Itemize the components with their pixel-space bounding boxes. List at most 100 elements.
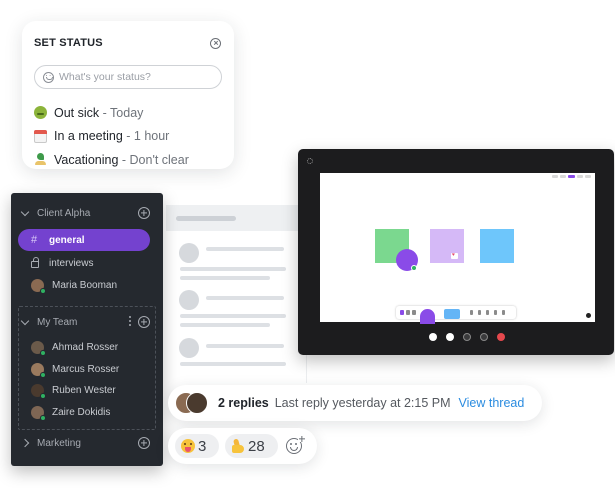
chevron-right-icon xyxy=(20,438,30,448)
connector-tool-icon[interactable] xyxy=(478,310,481,315)
sticky-tool-icon[interactable] xyxy=(444,309,460,319)
message-avatar-placeholder xyxy=(179,243,199,263)
status-option-in-a-meeting[interactable]: In a meeting - 1 hour xyxy=(34,125,222,149)
sidebar-item-interviews[interactable]: interviews xyxy=(18,252,151,274)
avatar xyxy=(31,362,46,378)
message-skeleton-line xyxy=(206,344,284,348)
call-controls xyxy=(298,333,614,349)
more-options-icon[interactable] xyxy=(128,316,131,327)
sidebar-item-marcus-rosser[interactable]: Marcus Rosser xyxy=(18,358,151,380)
screen-share-icon[interactable] xyxy=(463,333,471,341)
presence-indicator xyxy=(411,265,417,271)
status-option-label: Vacationing xyxy=(54,152,119,167)
sidebar-item-zaire-dokidis[interactable]: Zaire Dokidis xyxy=(18,401,151,423)
sidebar-item-ahmad-rosser[interactable]: Ahmad Rosser xyxy=(18,336,151,358)
status-option-label: Out sick xyxy=(54,105,100,120)
more-options-icon[interactable] xyxy=(480,333,488,341)
message-avatar-placeholder xyxy=(179,338,199,358)
beach-icon xyxy=(34,153,47,166)
thumbs-up-icon xyxy=(231,439,245,454)
sticky-note-blue[interactable] xyxy=(480,229,514,263)
chevron-down-icon xyxy=(20,207,30,216)
marker-tool-icon[interactable] xyxy=(412,310,416,315)
sidebar-item-general[interactable]: # general xyxy=(18,229,150,251)
chevron-down-icon xyxy=(20,316,30,325)
set-status-card: SET STATUS Out sick - Today In a meeting… xyxy=(22,21,234,169)
thread-reply-count: 2 replies xyxy=(218,396,269,410)
pointer-icon xyxy=(586,313,591,318)
stuck-out-tongue-icon xyxy=(181,439,195,453)
add-reaction-icon[interactable] xyxy=(286,435,305,454)
end-call-icon[interactable] xyxy=(497,333,505,341)
status-option-duration: - Today xyxy=(99,105,144,120)
camera-icon[interactable] xyxy=(446,333,454,341)
presence-indicator xyxy=(40,371,46,378)
sidebar-group-label: Client Alpha xyxy=(37,207,91,219)
status-option-vacationing[interactable]: Vacationing - Don't clear xyxy=(34,148,222,172)
sidebar-item-label: Maria Booman xyxy=(52,279,118,291)
status-option-duration: - 1 hour xyxy=(122,129,170,144)
add-member-icon[interactable] xyxy=(138,316,150,328)
sticky-note-purple[interactable] xyxy=(430,229,464,263)
select-tool-icon[interactable] xyxy=(400,310,404,315)
status-option-out-sick[interactable]: Out sick - Today xyxy=(34,101,222,125)
text-tool-icon[interactable] xyxy=(470,310,473,315)
shared-whiteboard[interactable] xyxy=(320,173,595,324)
avatar xyxy=(186,392,208,414)
reactions-bar: 3 28 xyxy=(168,428,317,464)
collaborator-cursor xyxy=(396,249,418,271)
channel-sidebar: Client Alpha # general interviews Maria … xyxy=(11,193,163,466)
status-option-label: In a meeting xyxy=(54,129,123,144)
presence-indicator xyxy=(40,349,46,356)
status-input-field[interactable] xyxy=(34,65,222,89)
sidebar-item-label: Ahmad Rosser xyxy=(52,341,119,353)
sidebar-group-label: My Team xyxy=(37,316,78,328)
heart-icon xyxy=(451,252,458,259)
sidebar-item-maria-booman[interactable]: Maria Booman xyxy=(18,274,151,296)
status-option-duration: - Don't clear xyxy=(118,152,189,167)
status-input[interactable] xyxy=(59,71,209,83)
message-skeleton-line xyxy=(180,362,286,366)
sidebar-item-ruben-wester[interactable]: Ruben Wester xyxy=(18,379,151,401)
status-options-list: Out sick - Today In a meeting - 1 hour V… xyxy=(34,101,222,172)
sidebar-item-label: Marcus Rosser xyxy=(52,363,120,375)
presence-indicator xyxy=(40,414,46,421)
avatar xyxy=(31,340,46,356)
presence-indicator xyxy=(40,392,46,399)
message-skeleton-line xyxy=(180,314,286,318)
sidebar-item-label: Zaire Dokidis xyxy=(52,406,111,418)
thread-participants xyxy=(175,392,208,414)
whiteboard-toolbar xyxy=(396,306,516,324)
message-skeleton-line xyxy=(206,247,284,251)
avatar xyxy=(31,278,46,294)
message-skeleton-line xyxy=(180,323,270,327)
comment-tool-icon[interactable] xyxy=(494,310,497,315)
plus-icon xyxy=(298,435,305,442)
status-card-title: SET STATUS xyxy=(34,37,103,49)
smile-icon[interactable] xyxy=(43,71,54,83)
calendar-icon xyxy=(34,129,47,143)
reaction-count: 3 xyxy=(198,437,207,455)
video-call-window xyxy=(298,149,614,355)
thread-summary[interactable]: 2 replies Last reply yesterday at 2:15 P… xyxy=(168,385,542,421)
sick-face-icon xyxy=(34,106,47,120)
avatar xyxy=(31,383,46,399)
shape-tool-icon[interactable] xyxy=(420,309,435,324)
pen-tool-icon[interactable] xyxy=(406,310,410,315)
add-channel-icon[interactable] xyxy=(138,207,150,219)
gear-icon[interactable] xyxy=(307,158,313,164)
reaction-stuck-out-tongue[interactable]: 3 xyxy=(175,434,219,458)
sidebar-item-label: general xyxy=(49,234,85,246)
reaction-thumbs-up[interactable]: 28 xyxy=(225,434,278,458)
close-icon[interactable] xyxy=(210,37,221,49)
frame-tool-icon[interactable] xyxy=(486,310,489,315)
view-thread-link[interactable]: View thread xyxy=(459,396,525,410)
reaction-count: 28 xyxy=(248,437,265,455)
message-skeleton-line xyxy=(180,276,270,280)
hash-icon: # xyxy=(31,234,38,246)
microphone-icon[interactable] xyxy=(429,333,437,341)
add-channel-icon[interactable] xyxy=(138,437,150,449)
upload-tool-icon[interactable] xyxy=(502,310,505,315)
message-skeleton-line xyxy=(180,267,286,271)
message-avatar-placeholder xyxy=(179,290,199,310)
